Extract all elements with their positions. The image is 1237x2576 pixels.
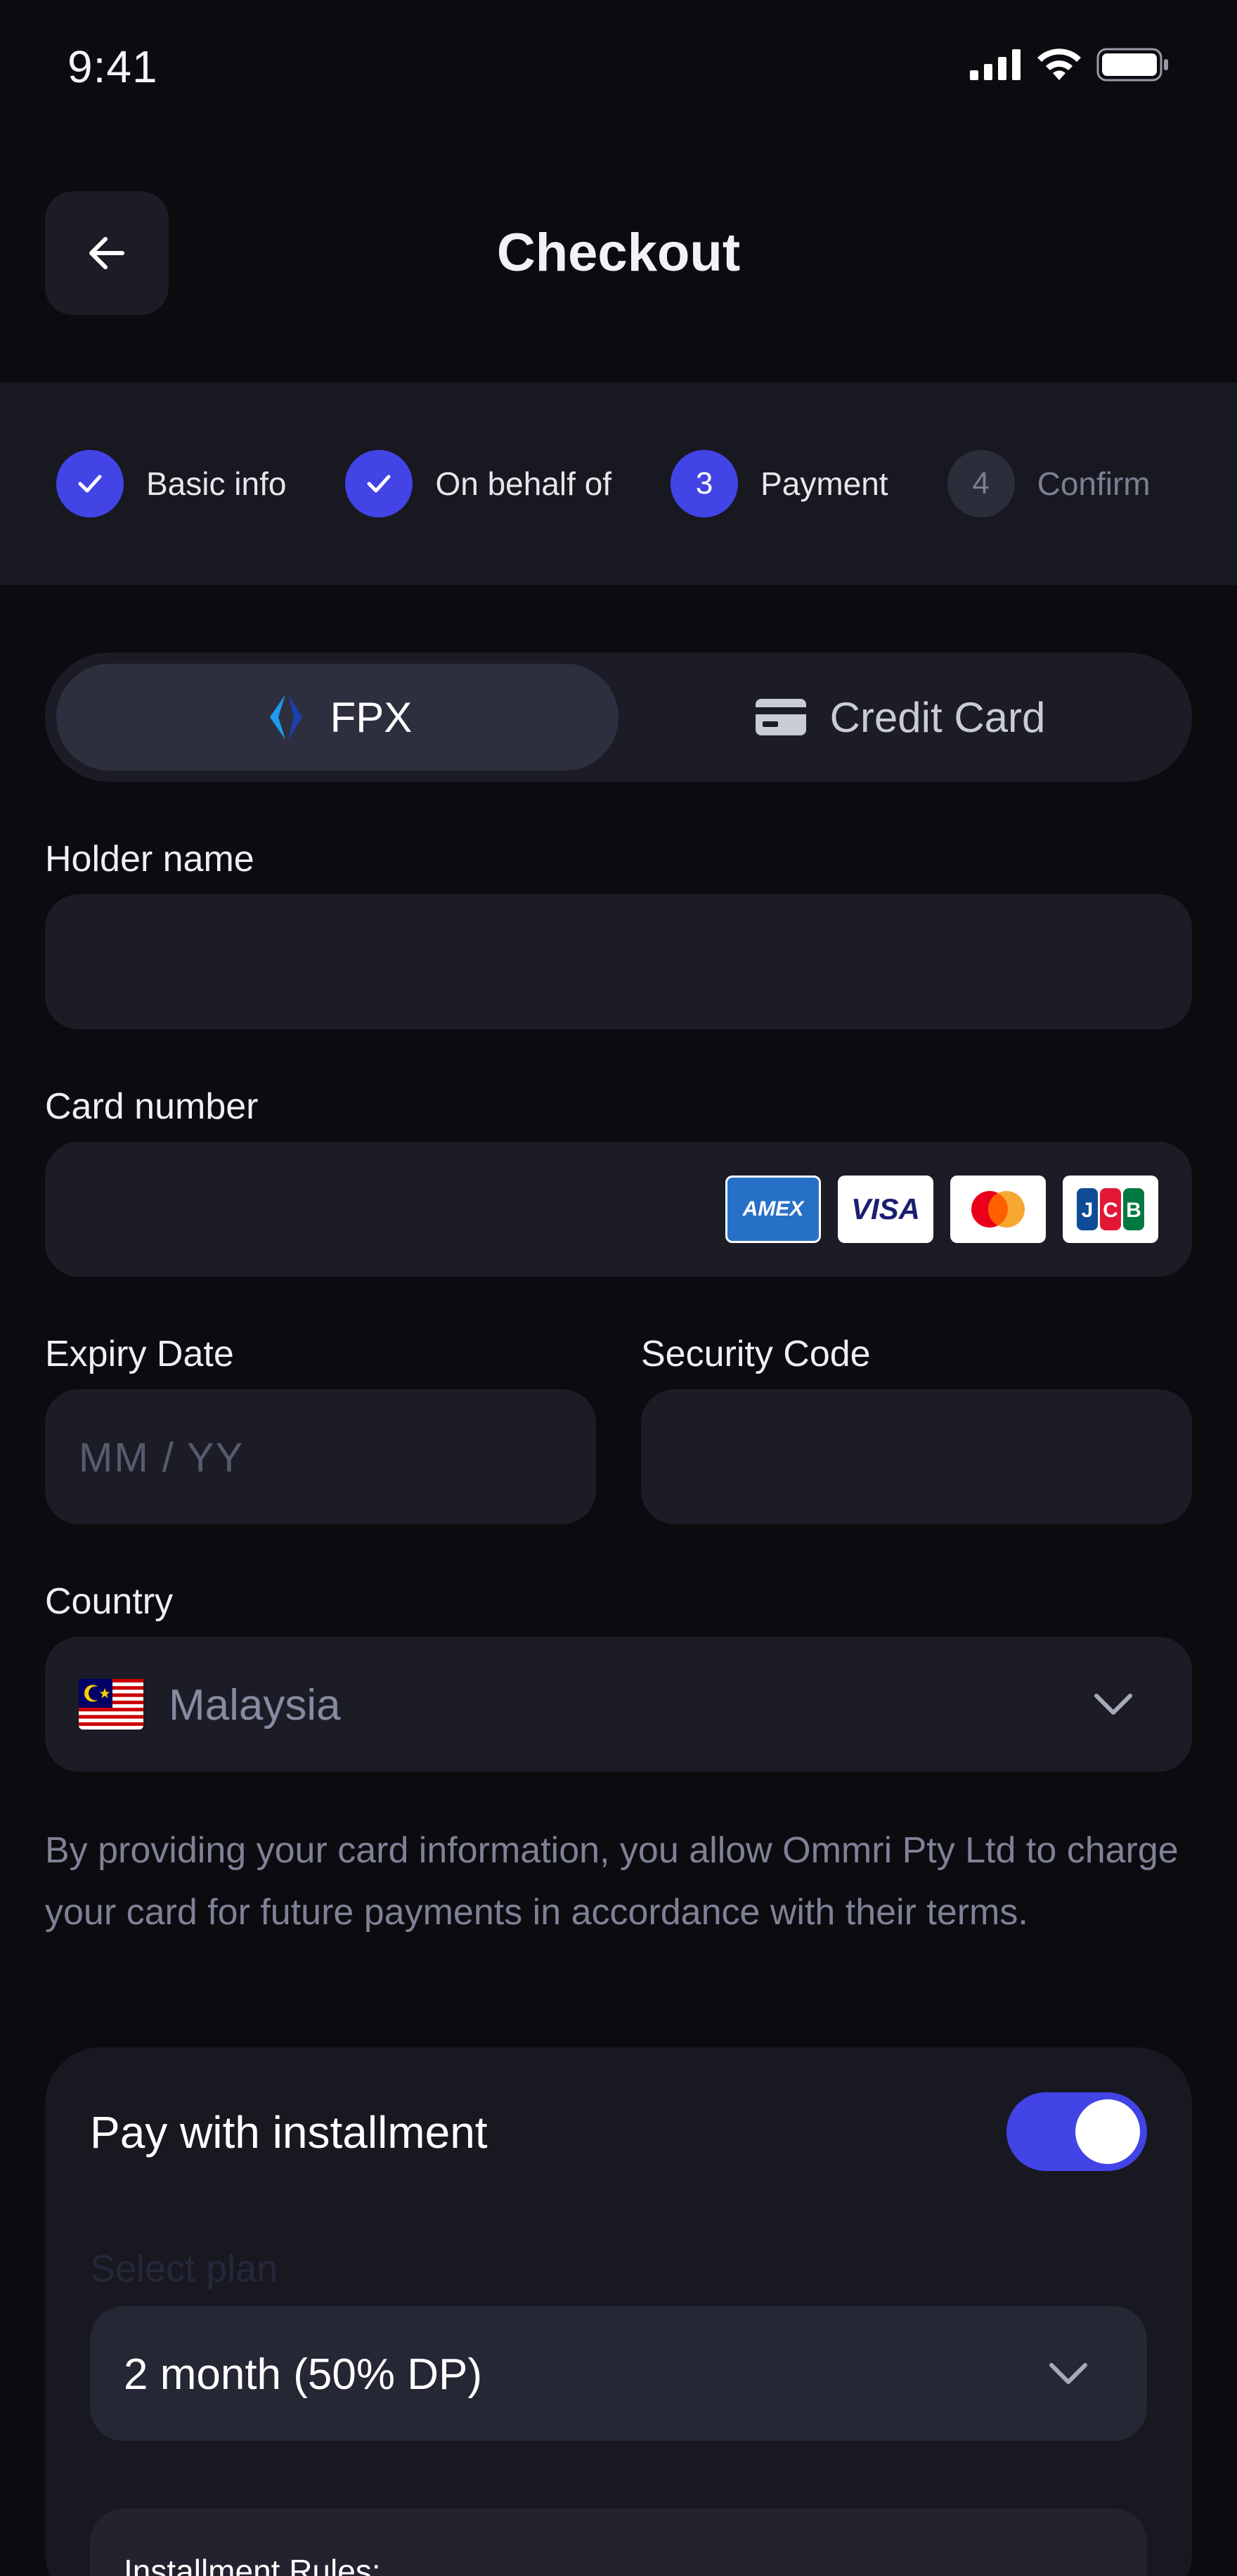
amex-logo-text: AMEX [742, 1197, 804, 1221]
wifi-icon [1037, 49, 1081, 80]
step-label: Basic info [146, 465, 287, 502]
expiry-placeholder: MM / YY [79, 1435, 245, 1481]
jcb-logo-icon: J C B [1077, 1188, 1144, 1230]
signal-icon [970, 49, 1021, 80]
holder-name-field[interactable] [45, 894, 1192, 1029]
fpx-label: FPX [330, 693, 413, 741]
country-value: Malaysia [169, 1681, 341, 1730]
fpx-logo-icon [269, 695, 302, 740]
step-number-circle: 4 [947, 450, 1015, 517]
plan-value: 2 month (50% DP) [124, 2350, 482, 2399]
step-label: Confirm [1037, 465, 1151, 502]
visa-logo: VISA [838, 1176, 933, 1243]
step-number-circle: 3 [671, 450, 739, 517]
expiry-date-label: Expiry Date [45, 1334, 234, 1374]
step-confirm: 4 Confirm [947, 450, 1151, 517]
status-time: 9:41 [67, 41, 158, 92]
chevron-down-icon [1049, 2363, 1087, 2384]
credit-card-option[interactable]: Credit Card [618, 664, 1181, 771]
jcb-logo: J C B [1063, 1176, 1158, 1243]
battery-icon [1096, 48, 1168, 82]
country-select[interactable]: Malaysia [45, 1637, 1192, 1772]
fpx-option[interactable]: FPX [56, 664, 618, 771]
mastercard-circles-icon [971, 1191, 1025, 1228]
installment-rules-box: Installment Rules: [90, 2509, 1147, 2576]
country-label: Country [45, 1581, 174, 1622]
security-code-label: Security Code [641, 1334, 871, 1374]
card-number-field[interactable]: AMEX VISA J C B [45, 1142, 1192, 1277]
svg-text:C: C [1103, 1199, 1118, 1222]
mastercard-logo [950, 1176, 1046, 1243]
checkout-stepper: Basic info On behalf of 3 Payment 4 Conf… [0, 382, 1237, 585]
step-label: On behalf of [435, 465, 612, 502]
installment-toggle[interactable] [1006, 2092, 1147, 2171]
security-code-field[interactable] [641, 1389, 1192, 1524]
installment-rules-title: Installment Rules: [124, 2553, 381, 2576]
check-icon [367, 475, 391, 493]
expiry-date-field[interactable]: MM / YY [45, 1389, 596, 1524]
credit-card-label: Credit Card [829, 693, 1046, 741]
page-title: Checkout [496, 223, 741, 283]
status-icons [970, 48, 1170, 82]
malaysia-flag-icon [79, 1679, 143, 1730]
visa-logo-text: VISA [850, 1192, 921, 1225]
step-payment: 3 Payment [671, 450, 888, 517]
svg-text:J: J [1082, 1199, 1094, 1222]
holder-name-label: Holder name [45, 839, 254, 880]
toggle-knob [1075, 2099, 1140, 2164]
payment-method-toggle: FPX Credit Card [45, 652, 1192, 782]
select-plan-label: Select plan [90, 2248, 278, 2290]
step-check-circle [345, 450, 413, 517]
svg-text:B: B [1126, 1199, 1141, 1222]
credit-card-icon [755, 699, 806, 735]
step-on-behalf-of: On behalf of [345, 450, 611, 517]
card-brand-logos: AMEX VISA J C B [725, 1176, 1158, 1243]
chevron-down-icon [1094, 1694, 1132, 1715]
installment-title: Pay with installment [90, 2107, 488, 2158]
plan-select[interactable]: 2 month (50% DP) [90, 2306, 1147, 2441]
check-icon [78, 475, 102, 493]
step-label: Payment [760, 465, 888, 502]
card-disclaimer: By providing your card information, you … [45, 1830, 1179, 1933]
step-basic-info: Basic info [56, 450, 286, 517]
amex-logo: AMEX [725, 1176, 821, 1243]
step-check-circle [56, 450, 124, 517]
card-number-label: Card number [45, 1086, 259, 1127]
